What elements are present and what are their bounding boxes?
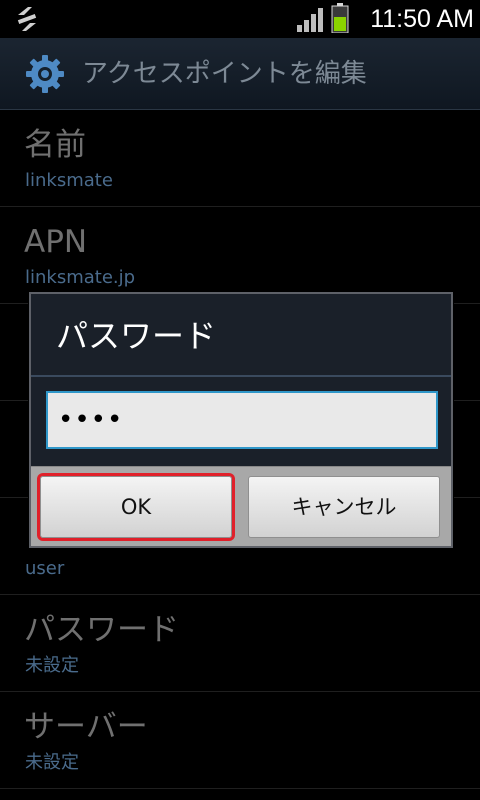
password-input[interactable] [46,391,438,449]
list-item-value: 未設定 [25,655,79,676]
list-item-value: 未設定 [25,752,79,773]
cancel-button[interactable]: キャンセル [248,476,440,538]
list-item-server[interactable]: サーバー 未設定 [0,692,480,789]
ok-button[interactable]: OK [40,476,232,538]
list-item-value: user [25,558,65,579]
list-item-name[interactable]: 名前 linksmate [0,110,480,207]
dialog-button-bar: OK キャンセル [31,466,451,546]
usb-icon [17,7,37,31]
list-item-title: APN [24,224,88,260]
signal-icon [297,8,323,32]
title-bar: アクセスポイントを編集 [0,38,480,110]
battery-icon [331,3,349,33]
list-item-password[interactable]: パスワード 未設定 [0,595,480,692]
status-bar: 11:50 AM [0,0,480,38]
list-item-title: パスワード [24,612,179,648]
password-dialog: パスワード OK キャンセル [29,292,453,548]
list-item-title: 名前 [24,127,86,163]
dialog-header: パスワード [31,294,451,377]
list-item-title: サーバー [24,709,148,745]
list-item-value: linksmate [25,170,113,191]
dialog-title: パスワード [56,317,217,355]
settings-gear-icon [26,55,64,93]
page-title: アクセスポイントを編集 [82,59,367,89]
clock: 11:50 AM [370,5,474,33]
list-item-apn[interactable]: APN linksmate.jp [0,207,480,304]
list-item-value: linksmate.jp [25,267,136,288]
